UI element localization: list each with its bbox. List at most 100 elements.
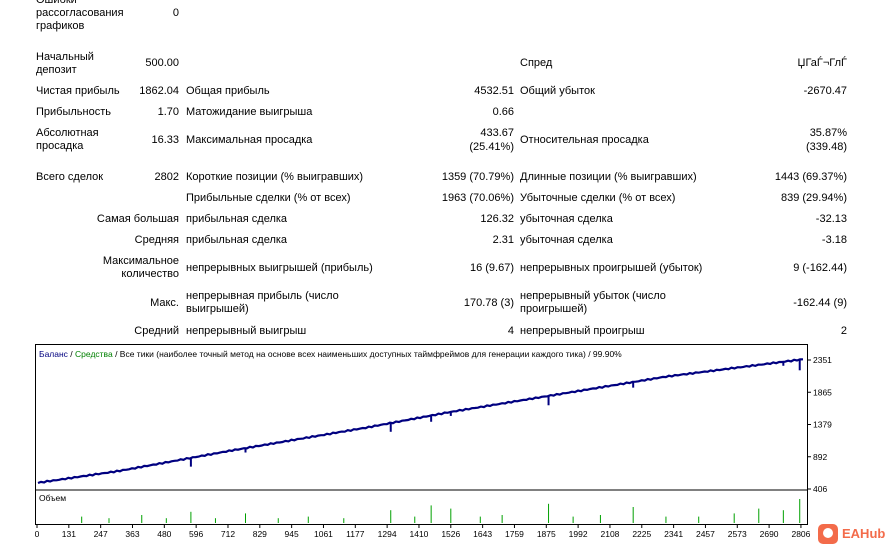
gross-loss-label: Общий убыток bbox=[520, 85, 595, 97]
largest-loss-label: убыточная сделка bbox=[520, 213, 613, 225]
net-profit-label: Чистая прибыль bbox=[36, 85, 120, 97]
average-profit-label: прибыльная сделка bbox=[186, 234, 288, 246]
x-tick-label: 0 bbox=[35, 529, 40, 539]
x-tick-label: 2225 bbox=[632, 529, 651, 539]
chart-frame bbox=[35, 344, 808, 525]
profit-factor-label: Прибыльность bbox=[36, 106, 111, 118]
max-drawdown-label: Максимальная просадка bbox=[186, 134, 313, 146]
avg-cons-wins-label: непрерывный выигрыш bbox=[186, 325, 307, 337]
initial-deposit-label: Начальный депозит bbox=[36, 51, 94, 76]
x-tick-label: 945 bbox=[285, 529, 299, 539]
max-cons-loss-value: -162.44 (9) bbox=[793, 297, 847, 309]
avg-cons-losses-value: 2 bbox=[840, 325, 847, 337]
watermark-logo-icon bbox=[818, 524, 838, 544]
abs-drawdown-value: 16.33 bbox=[151, 134, 179, 146]
gross-loss-value: -2670.47 bbox=[803, 85, 847, 97]
initial-deposit-value: 500.00 bbox=[145, 57, 179, 69]
legend-balance: Баланс bbox=[39, 349, 69, 359]
max-cons-loss-label: непрерывный убыток (число проигрышей) bbox=[520, 290, 666, 315]
x-tick-label: 2806 bbox=[791, 529, 810, 539]
rel-drawdown-value: (339.48) bbox=[806, 141, 847, 153]
y-tick-label: 1865 bbox=[813, 387, 832, 397]
profit-factor-value: 1.70 bbox=[157, 106, 179, 118]
volume-label: Объем bbox=[39, 493, 66, 503]
x-tick-label: 2457 bbox=[696, 529, 715, 539]
max-drawdown-percent: (25.41%) bbox=[469, 141, 514, 153]
y-tick-label: 1379 bbox=[813, 420, 832, 430]
abs-drawdown-label: Абсолютная просадка bbox=[36, 127, 99, 152]
x-tick-label: 1643 bbox=[473, 529, 492, 539]
watermark-text: EAHub bbox=[842, 526, 886, 541]
short-positions-label: Короткие позиции (% выигравших) bbox=[186, 171, 364, 183]
long-positions-label: Длинные позиции (% выигравших) bbox=[520, 171, 697, 183]
x-tick-label: 1177 bbox=[346, 529, 365, 539]
errors-value: 0 bbox=[172, 7, 179, 19]
max-cons-profit-label: непрерывная прибыль (число выигрышей) bbox=[186, 290, 339, 315]
total-trades-label: Всего сделок bbox=[36, 171, 104, 183]
x-tick-label: 2108 bbox=[600, 529, 619, 539]
x-tick-label: 363 bbox=[125, 529, 139, 539]
profit-trades-label: Прибыльные сделки (% от всех) bbox=[186, 192, 351, 204]
balance-chart: Баланс / Средства / Все тики (наиболее т… bbox=[35, 344, 832, 539]
rel-drawdown-percent: 35.87% bbox=[809, 127, 847, 139]
average-loss-label: убыточная сделка bbox=[520, 234, 613, 246]
avg-label: Средний bbox=[134, 325, 179, 337]
expected-payoff-value: 0.66 bbox=[492, 106, 514, 118]
x-tick-label: 131 bbox=[62, 529, 76, 539]
x-tick-label: 596 bbox=[189, 529, 203, 539]
net-profit-value: 1862.04 bbox=[139, 85, 179, 97]
average-profit-value: 2.31 bbox=[492, 234, 514, 246]
x-tick-label: 1526 bbox=[441, 529, 460, 539]
x-tick-label: 2573 bbox=[728, 529, 747, 539]
gross-profit-label: Общая прибыль bbox=[186, 85, 270, 97]
largest-profit-value: 126.32 bbox=[480, 213, 514, 225]
max-cons-profit-value: 170.78 (3) bbox=[463, 297, 514, 309]
expected-payoff-label: Матожидание выигрыша bbox=[186, 106, 313, 118]
x-tick-label: 1294 bbox=[378, 529, 397, 539]
rel-drawdown-label: Относительная просадка bbox=[520, 134, 649, 146]
x-tick-label: 829 bbox=[253, 529, 267, 539]
x-tick-label: 2341 bbox=[664, 529, 683, 539]
chart-legend: Баланс / Средства / Все тики (наиболее т… bbox=[39, 349, 622, 359]
gross-profit-value: 4532.51 bbox=[474, 85, 514, 97]
legend-description: / Все тики (наиболее точный метод на осн… bbox=[113, 349, 622, 359]
largest-profit-label: прибыльная сделка bbox=[186, 213, 288, 225]
loss-trades-label: Убыточные сделки (% от всех) bbox=[520, 192, 676, 204]
x-tick-label: 712 bbox=[221, 529, 235, 539]
y-tick-label: 2351 bbox=[813, 355, 832, 365]
y-tick-label: 406 bbox=[813, 484, 827, 494]
max-cons-losses-value: 9 (-162.44) bbox=[793, 262, 847, 274]
avg-cons-wins-value: 4 bbox=[507, 325, 514, 337]
watermark: EAHub bbox=[818, 523, 890, 545]
legend-separator: / bbox=[68, 349, 75, 359]
largest-loss-value: -32.13 bbox=[815, 213, 847, 225]
x-tick-label: 1410 bbox=[410, 529, 429, 539]
average-label: Средняя bbox=[134, 234, 179, 246]
x-tick-label: 480 bbox=[157, 529, 171, 539]
errors-label: Ошибки рассогласования графиков bbox=[36, 0, 124, 32]
avg-cons-losses-label: непрерывный проигрыш bbox=[520, 325, 645, 337]
average-loss-value: -3.18 bbox=[821, 234, 847, 246]
max-drawdown-value: 433.67 bbox=[480, 127, 514, 139]
x-tick-label: 1875 bbox=[537, 529, 556, 539]
total-trades-value: 2802 bbox=[154, 171, 179, 183]
max-cons-losses-label: непрерывных проигрышей (убыток) bbox=[520, 262, 703, 274]
max-cons-wins-value: 16 (9.67) bbox=[469, 262, 514, 274]
x-tick-label: 1061 bbox=[314, 529, 333, 539]
spread-label: Спред bbox=[520, 57, 553, 69]
largest-label: Самая большая bbox=[96, 213, 179, 225]
x-tick-label: 1992 bbox=[569, 529, 588, 539]
x-tick-label: 247 bbox=[94, 529, 108, 539]
x-tick-label: 1759 bbox=[505, 529, 524, 539]
long-positions-value: 1443 (69.37%) bbox=[774, 171, 847, 183]
max-cons-wins-label: непрерывных выигрышей (прибыль) bbox=[186, 262, 373, 274]
max-label: Макс. bbox=[150, 297, 179, 309]
spread-value: ЏГаЃ¬ГлЃ bbox=[797, 57, 847, 69]
max-count-label: Максимальное количество bbox=[102, 255, 179, 280]
short-positions-value: 1359 (70.79%) bbox=[441, 171, 514, 183]
loss-trades-value: 839 (29.94%) bbox=[780, 192, 847, 204]
y-tick-label: 892 bbox=[813, 452, 827, 462]
x-tick-label: 2690 bbox=[760, 529, 779, 539]
legend-equity: Средства bbox=[75, 349, 113, 359]
profit-trades-value: 1963 (70.06%) bbox=[441, 192, 514, 204]
